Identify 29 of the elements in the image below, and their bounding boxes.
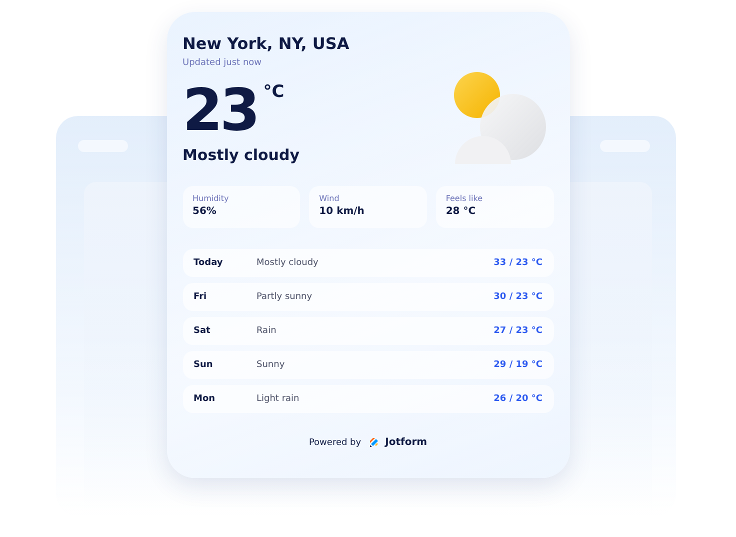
stat-label: Humidity [192,194,230,203]
forecast-condition: Mostly cloudy [256,258,320,268]
forecast-day: Mon [194,394,256,404]
stat-value: 28 °C [446,206,477,217]
forecast-condition: Partly sunny [256,292,314,302]
forecast-condition: Light rain [256,394,300,404]
stat-value: 10 km/h [319,206,366,217]
forecast-range: 26 / 20 °C [494,394,542,404]
unit-label: °C [263,82,284,102]
powered-by-label: Powered by [308,438,362,448]
updated-label: Updated just now [182,58,263,68]
forecast-day: Today [194,258,256,268]
stat-label: Feels like [446,194,484,203]
condition-label: Mostly cloudy [182,146,300,164]
forecast-day: Sat [194,326,256,336]
forecast-range: 27 / 23 °C [494,326,542,336]
forecast-range: 33 / 23 °C [494,258,542,268]
forecast-condition: Rain [256,326,278,336]
forecast-day: Fri [194,292,256,302]
forecast-range: 29 / 19 °C [494,360,542,370]
brand-name: Jotform [385,437,428,448]
forecast-condition: Sunny [256,360,286,370]
stat-value: 56% [192,206,218,217]
forecast-day: Sun [194,360,256,370]
stat-label: Wind [319,194,340,203]
temperature: 23 [182,80,258,140]
stripes-logo-icon [369,437,380,448]
forecast-range: 30 / 23 °C [494,292,542,302]
location-title: New York, NY, USA [182,34,350,53]
